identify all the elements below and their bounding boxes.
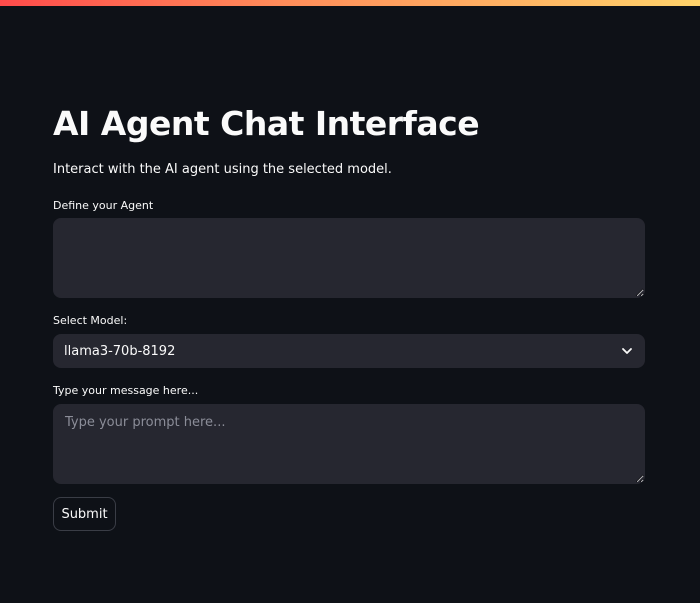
message-label: Type your message here... [53, 384, 199, 397]
page-subtitle: Interact with the AI agent using the sel… [53, 162, 392, 177]
message-textarea[interactable] [53, 404, 645, 484]
agent-definition-textarea[interactable] [53, 218, 645, 298]
submit-button[interactable]: Submit [53, 497, 116, 531]
agent-definition-label: Define your Agent [53, 199, 154, 212]
model-select-label: Select Model: [53, 314, 128, 327]
model-select[interactable]: llama3-70b-8192 [53, 334, 645, 368]
chevron-down-icon [620, 344, 634, 358]
app-header-decoration [0, 0, 700, 6]
model-select-value: llama3-70b-8192 [64, 343, 176, 359]
page-title: AI Agent Chat Interface [53, 104, 480, 143]
